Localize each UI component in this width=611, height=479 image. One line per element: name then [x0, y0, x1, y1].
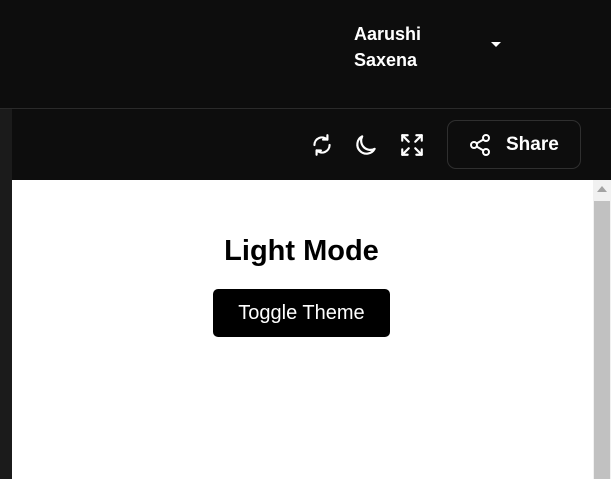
fullscreen-icon[interactable] — [399, 132, 425, 158]
refresh-icon[interactable] — [309, 132, 335, 158]
caret-down-icon[interactable] — [491, 42, 501, 47]
page-heading: Light Mode — [224, 235, 379, 267]
scroll-thumb[interactable] — [594, 201, 610, 479]
moon-icon[interactable] — [353, 132, 379, 158]
top-bar: Aarushi Saxena — [0, 0, 611, 109]
share-button[interactable]: Share — [447, 120, 581, 169]
user-name[interactable]: Aarushi Saxena — [354, 21, 464, 73]
scroll-up-arrow-icon[interactable] — [597, 186, 607, 192]
left-panel-edge — [0, 109, 12, 479]
share-label: Share — [506, 133, 559, 155]
toggle-theme-button[interactable]: Toggle Theme — [213, 289, 390, 337]
preview-pane: Light Mode Toggle Theme — [12, 180, 593, 479]
scrollbar[interactable] — [593, 180, 611, 479]
share-icon — [468, 133, 492, 157]
